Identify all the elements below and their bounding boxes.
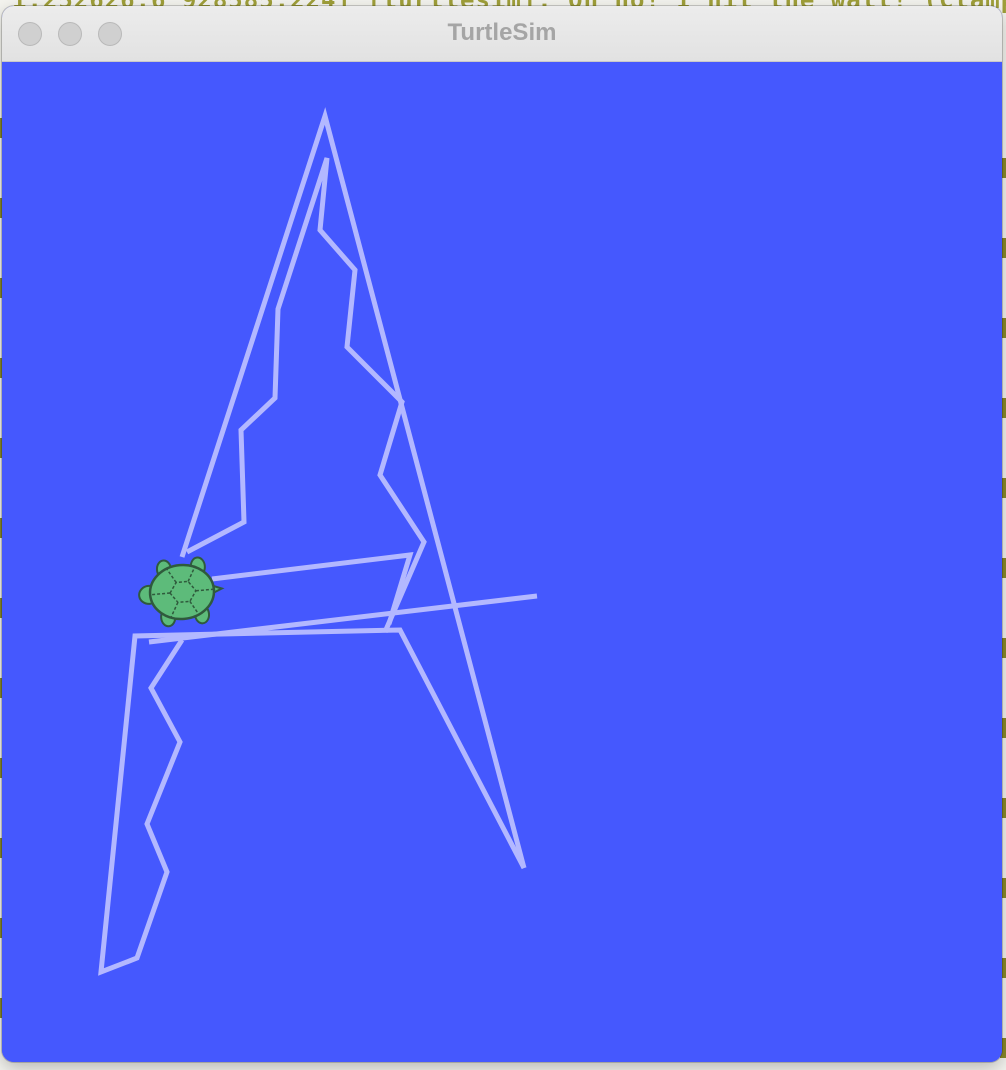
turtle-pen-trail bbox=[98, 107, 538, 976]
turtlesim-window: TurtleSim bbox=[2, 6, 1002, 1062]
turtle-icon bbox=[138, 556, 225, 628]
trail-segment bbox=[185, 157, 427, 633]
window-title: TurtleSim bbox=[447, 19, 557, 46]
trail-segment bbox=[179, 107, 527, 869]
trail-segment bbox=[98, 627, 527, 976]
turtlesim-canvas bbox=[2, 62, 1002, 1062]
window-titlebar[interactable]: TurtleSim bbox=[2, 6, 1002, 62]
turtle-trail-canvas bbox=[98, 107, 538, 976]
